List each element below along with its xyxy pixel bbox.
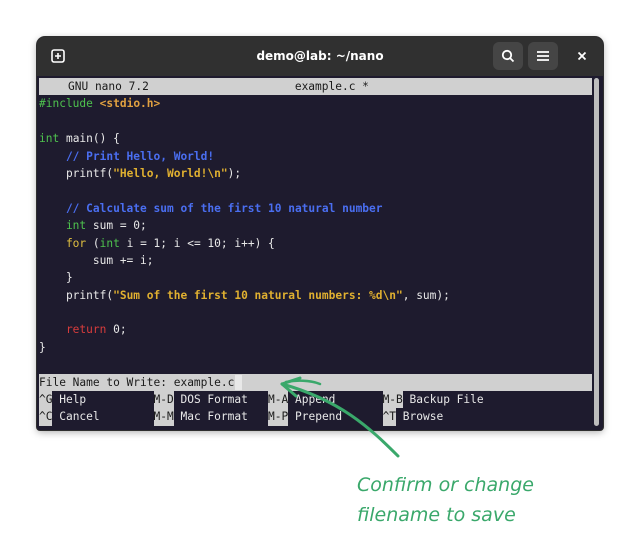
annotation-note: Confirm or change filename to save (357, 470, 627, 530)
annotation-line: Confirm or change (357, 474, 534, 496)
annotation-line: filename to save (357, 504, 516, 526)
